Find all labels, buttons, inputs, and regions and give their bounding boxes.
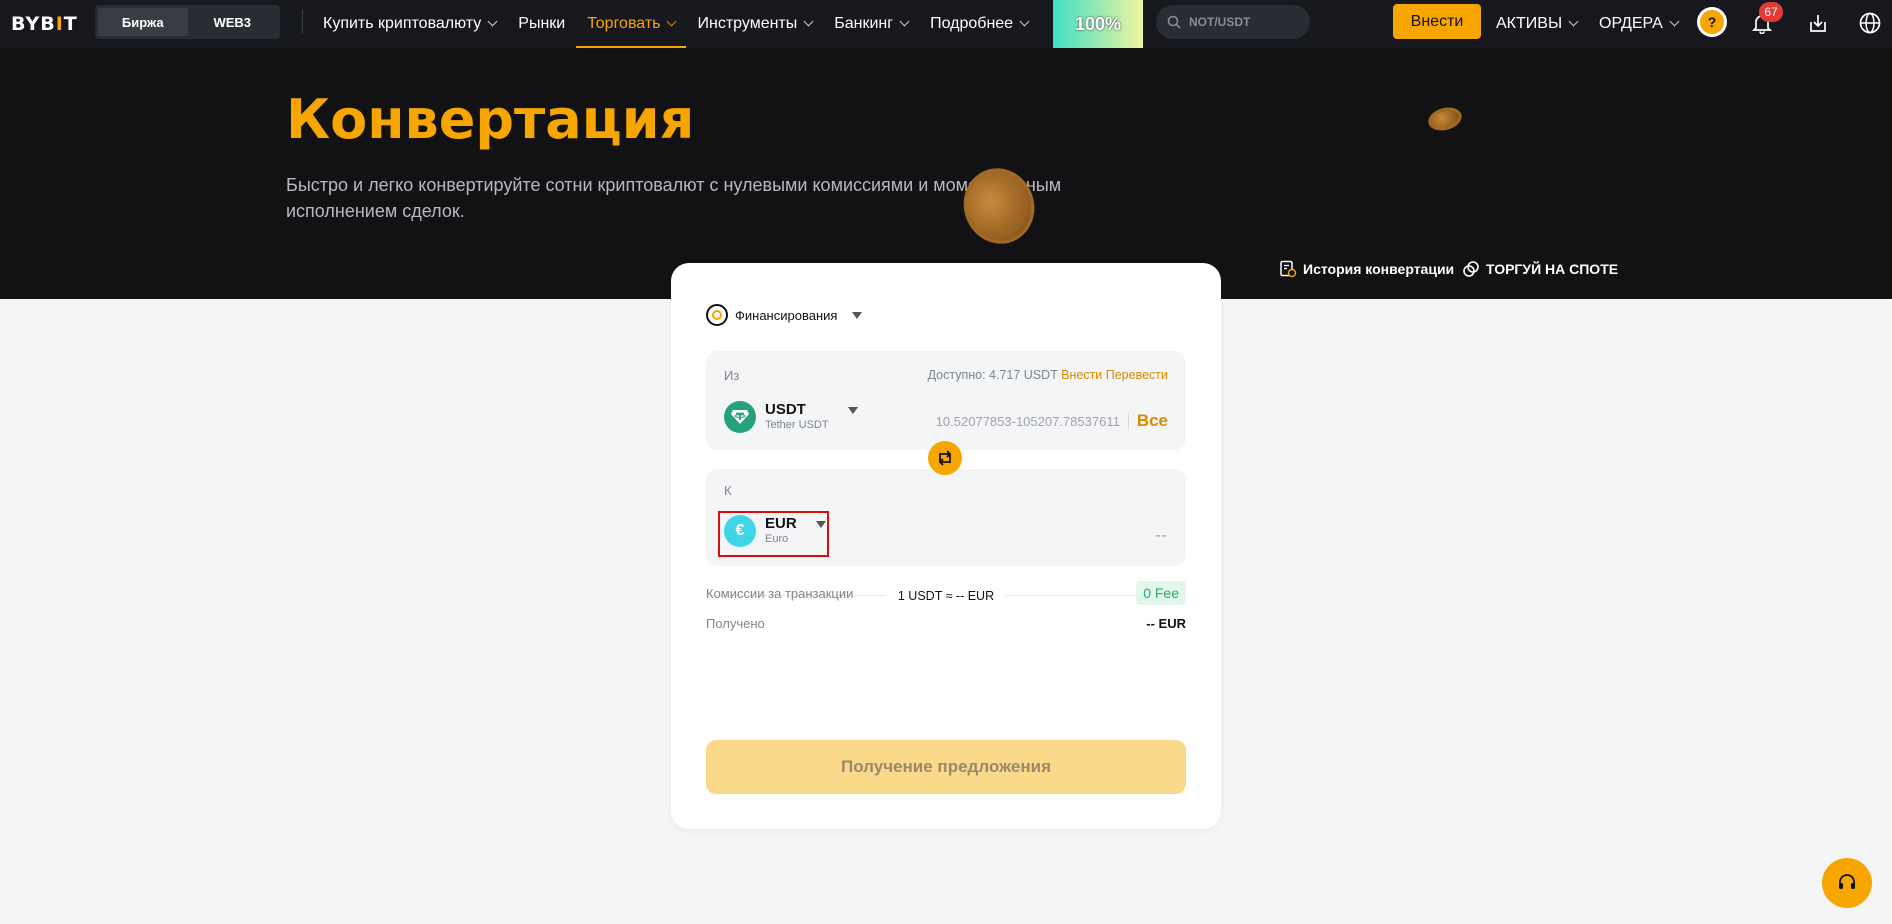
avatar[interactable]: ? [1697,7,1727,37]
top-navbar: BYBIT Биржа WEB3 Купить криптовалюту Рын… [0,0,1892,48]
hero-section: Конвертация Быстро и легко конвертируйте… [0,48,1892,299]
received-label: Получено [706,616,765,631]
received-row: Получено -- EUR [706,616,1186,631]
page-title: Конвертация [286,88,695,151]
max-all-button[interactable]: Все [1137,411,1168,431]
search-placeholder: NOT/USDT [1189,15,1251,29]
chevron-down-icon [899,16,910,27]
swap-arrows-icon [938,450,952,466]
from-panel: Из Доступно: 4.717 USDT Внести Перевести… [706,351,1186,450]
chevron-down-icon [1019,16,1030,27]
nav-divider [302,10,303,34]
promo-banner[interactable]: 100% [1053,0,1143,48]
headset-icon [1839,874,1855,889]
to-panel: К € EUR Euro -- [706,469,1186,566]
divider [1127,413,1129,429]
menu-markets[interactable]: Рынки [507,0,576,48]
menu-buy-crypto[interactable]: Купить криптовалюту [312,0,507,48]
globe-icon[interactable] [1856,9,1884,37]
support-chat-button[interactable] [1822,858,1872,908]
coin-decoration [1425,103,1465,135]
to-amount: -- [1155,527,1168,544]
to-label: К [724,483,732,498]
get-quote-button[interactable]: Получение предложения [706,740,1186,794]
trade-spot-link[interactable]: ТОРГУЙ НА СПОТЕ [1462,260,1618,278]
fee-row: Комиссии за транзакции 0 Fee [706,581,1186,605]
chevron-down-icon [803,16,814,27]
menu-assets[interactable]: АКТИВЫ [1496,0,1579,48]
exchange-web3-switch: Биржа WEB3 [95,5,280,39]
chevron-down-icon [1669,16,1680,27]
history-icon [1280,260,1297,278]
from-currency-name: Tether USDT [765,419,829,431]
chevron-down-icon [487,16,498,27]
fee-badge: 0 Fee [1136,581,1186,605]
search-input[interactable]: NOT/USDT [1156,5,1310,39]
deposit-link[interactable]: Внести [1061,368,1102,382]
menu-more[interactable]: Подробнее [919,0,1039,48]
swap-button[interactable] [928,441,962,475]
funding-account-icon [706,304,728,326]
deposit-button[interactable]: Внести [1393,4,1481,39]
fee-label: Комиссии за транзакции [706,585,854,601]
bybit-logo[interactable]: BYBIT [11,13,78,35]
transfer-link[interactable]: Перевести [1106,368,1168,382]
main-menu: Купить криптовалюту Рынки Торговать Инст… [312,0,1039,48]
amount-range-placeholder: 10.52077853-105207.78537611 [935,413,1120,429]
account-selector[interactable]: Финансирования [706,304,863,326]
chevron-down-icon [667,16,677,27]
tab-exchange[interactable]: Биржа [98,8,188,36]
notification-badge: 67 [1759,2,1783,22]
conversion-history-link[interactable]: История конвертации [1279,260,1454,278]
highlight-box [718,511,829,557]
menu-orders[interactable]: ОРДЕРА [1599,0,1680,48]
download-icon[interactable] [1804,9,1832,37]
search-icon [1167,15,1181,29]
tab-web3[interactable]: WEB3 [188,8,278,36]
usdt-icon [724,401,756,433]
from-label: Из [724,368,740,383]
caret-down-icon [852,311,863,319]
chevron-down-icon [1568,16,1579,27]
menu-tools[interactable]: Инструменты [686,0,823,48]
convert-card: Финансирования Из Доступно: 4.717 USDT В… [671,263,1221,829]
from-currency-code: USDT [765,401,806,418]
from-currency-selector[interactable]: USDT Tether USDT [724,401,858,433]
caret-down-icon [847,406,858,414]
menu-trade[interactable]: Торговать [576,0,687,48]
menu-banking[interactable]: Банкинг [823,0,919,48]
received-value: -- EUR [1146,616,1186,631]
available-balance: Доступно: 4.717 USDT Внести Перевести [927,368,1168,382]
link-icon [1463,261,1479,277]
amount-input[interactable]: 10.52077853-105207.78537611 Все [936,411,1168,431]
